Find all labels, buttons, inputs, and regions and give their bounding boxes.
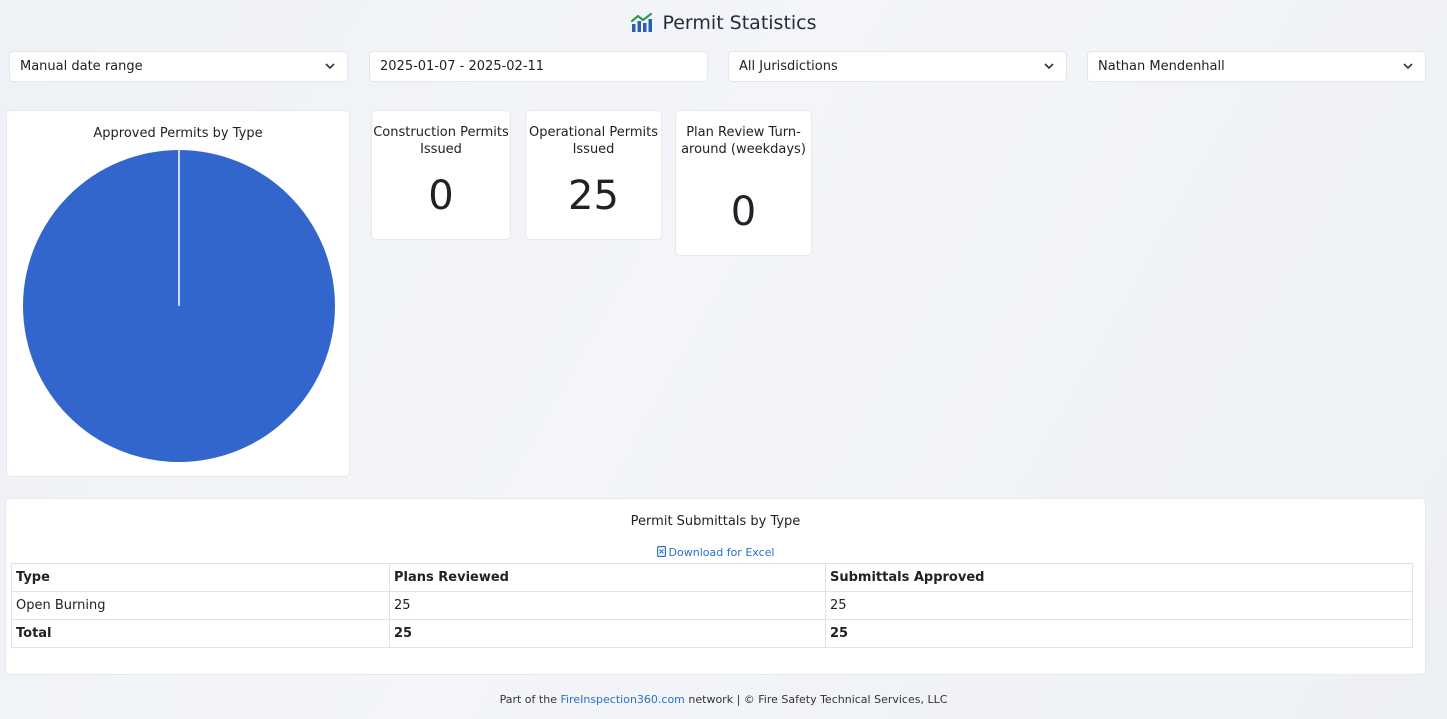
operational-permits-card: Operational Permits Issued 25 [525, 110, 662, 240]
construction-permits-card: Construction Permits Issued 0 [371, 110, 511, 240]
total-plans-reviewed: 25 [389, 619, 826, 648]
page-header: Permit Statistics [0, 12, 1447, 34]
construction-permits-value: 0 [428, 173, 454, 219]
operational-permits-value: 25 [568, 173, 619, 219]
submittals-table: Type Plans Reviewed Submittals Approved … [11, 563, 1413, 648]
download-excel-link[interactable]: Download for Excel [6, 546, 1425, 560]
user-value: Nathan Mendenhall [1098, 59, 1225, 74]
download-excel-label: Download for Excel [668, 546, 775, 559]
operational-permits-label: Operational Permits Issued [528, 125, 659, 157]
submittals-title: Permit Submittals by Type [630, 514, 801, 529]
total-submittals-approved: 25 [825, 619, 1413, 648]
construction-permits-label: Construction Permits Issued [373, 125, 509, 157]
date-mode-select[interactable]: Manual date range [9, 51, 348, 82]
user-select[interactable]: Nathan Mendenhall [1087, 51, 1426, 82]
cell-submittals-approved: 25 [825, 591, 1413, 620]
table-header-row: Type Plans Reviewed Submittals Approved [11, 563, 1413, 592]
bar-chart-icon [630, 13, 654, 33]
pie-chart [23, 150, 335, 462]
cell-plans-reviewed: 25 [389, 591, 826, 620]
chevron-down-icon [325, 62, 335, 72]
pie-chart-card: Approved Permits by Type [6, 110, 350, 477]
footer-suffix: network | © Fire Safety Technical Servic… [684, 693, 948, 706]
pie-chart-title: Approved Permits by Type [93, 126, 263, 141]
date-range-input[interactable]: 2025-01-07 - 2025-02-11 [369, 51, 708, 82]
table-total-row: Total 25 25 [11, 619, 1413, 648]
jurisdiction-select[interactable]: All Jurisdictions [728, 51, 1067, 82]
plan-review-card: Plan Review Turn-around (weekdays) 0 [675, 110, 812, 256]
total-label: Total [11, 619, 390, 648]
header-plans-reviewed: Plans Reviewed [389, 563, 826, 592]
table-row: Open Burning 25 25 [11, 591, 1413, 620]
date-range-value: 2025-01-07 - 2025-02-11 [380, 59, 545, 74]
fireinspection360-link[interactable]: FireInspection360.com [560, 693, 684, 706]
date-mode-value: Manual date range [20, 59, 143, 74]
plan-review-value: 0 [730, 189, 757, 235]
header-type: Type [11, 563, 390, 592]
cell-type: Open Burning [11, 591, 390, 620]
header-submittals-approved: Submittals Approved [825, 563, 1413, 592]
jurisdiction-value: All Jurisdictions [739, 59, 838, 74]
excel-file-icon [656, 546, 666, 560]
plan-review-label: Plan Review Turn-around (weekdays) [681, 125, 806, 157]
footer: Part of the FireInspection360.com networ… [0, 693, 1447, 706]
submittals-panel: Permit Submittals by Type Download for E… [5, 498, 1426, 675]
footer-prefix: Part of the [499, 693, 561, 706]
page-title: Permit Statistics [662, 12, 817, 34]
chevron-down-icon [1403, 62, 1413, 72]
chevron-down-icon [1044, 62, 1054, 72]
